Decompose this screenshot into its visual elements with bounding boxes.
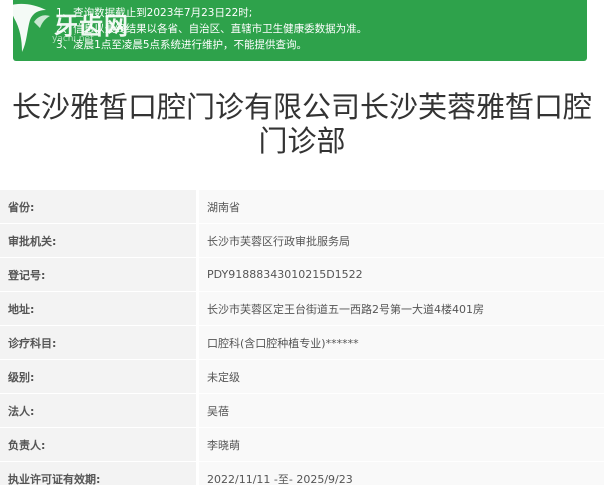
info-table: 省份: 湖南省 审批机关: 长沙市芙蓉区行政审批服务局 登记号: PDY9188…	[0, 190, 604, 485]
logo-subtext: yachi.net	[52, 34, 94, 44]
info-label: 执业许可证有效期:	[0, 462, 196, 485]
info-row-registration-number: 登记号: PDY91888343010215D1522	[0, 258, 604, 292]
info-value: 口腔科(含口腔种植专业)******	[199, 326, 604, 359]
info-label: 地址:	[0, 292, 196, 325]
info-label: 诊疗科目:	[0, 326, 196, 359]
info-row-address: 地址: 长沙市芙蓉区定王台街道五一西路2号第一大道4楼401房	[0, 292, 604, 326]
info-value: 湖南省	[199, 190, 604, 223]
info-label: 级别:	[0, 360, 196, 393]
info-value: 吴蓓	[199, 394, 604, 427]
info-label: 法人:	[0, 394, 196, 427]
info-value: 2022/11/11 -至- 2025/9/23	[199, 462, 604, 485]
info-value: 长沙市芙蓉区定王台街道五一西路2号第一大道4楼401房	[199, 292, 604, 325]
page-title: 长沙雅皙口腔门诊有限公司长沙芙蓉雅皙口腔门诊部	[11, 90, 592, 158]
page: 1、查询数据截止到2023年7月23日22时; 2、信息以最终结果以各省、自治区…	[0, 0, 604, 485]
info-label: 省份:	[0, 190, 196, 223]
info-label: 审批机关:	[0, 224, 196, 257]
info-label: 登记号:	[0, 258, 196, 291]
info-row-level: 级别: 未定级	[0, 360, 604, 394]
site-logo[interactable]: 牙齿网 yachi.net	[0, 0, 140, 58]
info-row-person-in-charge: 负责人: 李晓萌	[0, 428, 604, 462]
info-row-approval-authority: 审批机关: 长沙市芙蓉区行政审批服务局	[0, 224, 604, 258]
info-value: 长沙市芙蓉区行政审批服务局	[199, 224, 604, 257]
info-row-license-validity: 执业许可证有效期: 2022/11/11 -至- 2025/9/23	[0, 462, 604, 485]
info-value: 李晓萌	[199, 428, 604, 461]
info-row-legal-person: 法人: 吴蓓	[0, 394, 604, 428]
info-row-province: 省份: 湖南省	[0, 190, 604, 224]
tooth-logo-icon	[8, 3, 50, 52]
info-value: 未定级	[199, 360, 604, 393]
info-value: PDY91888343010215D1522	[199, 258, 604, 291]
info-row-departments: 诊疗科目: 口腔科(含口腔种植专业)******	[0, 326, 604, 360]
info-label: 负责人:	[0, 428, 196, 461]
